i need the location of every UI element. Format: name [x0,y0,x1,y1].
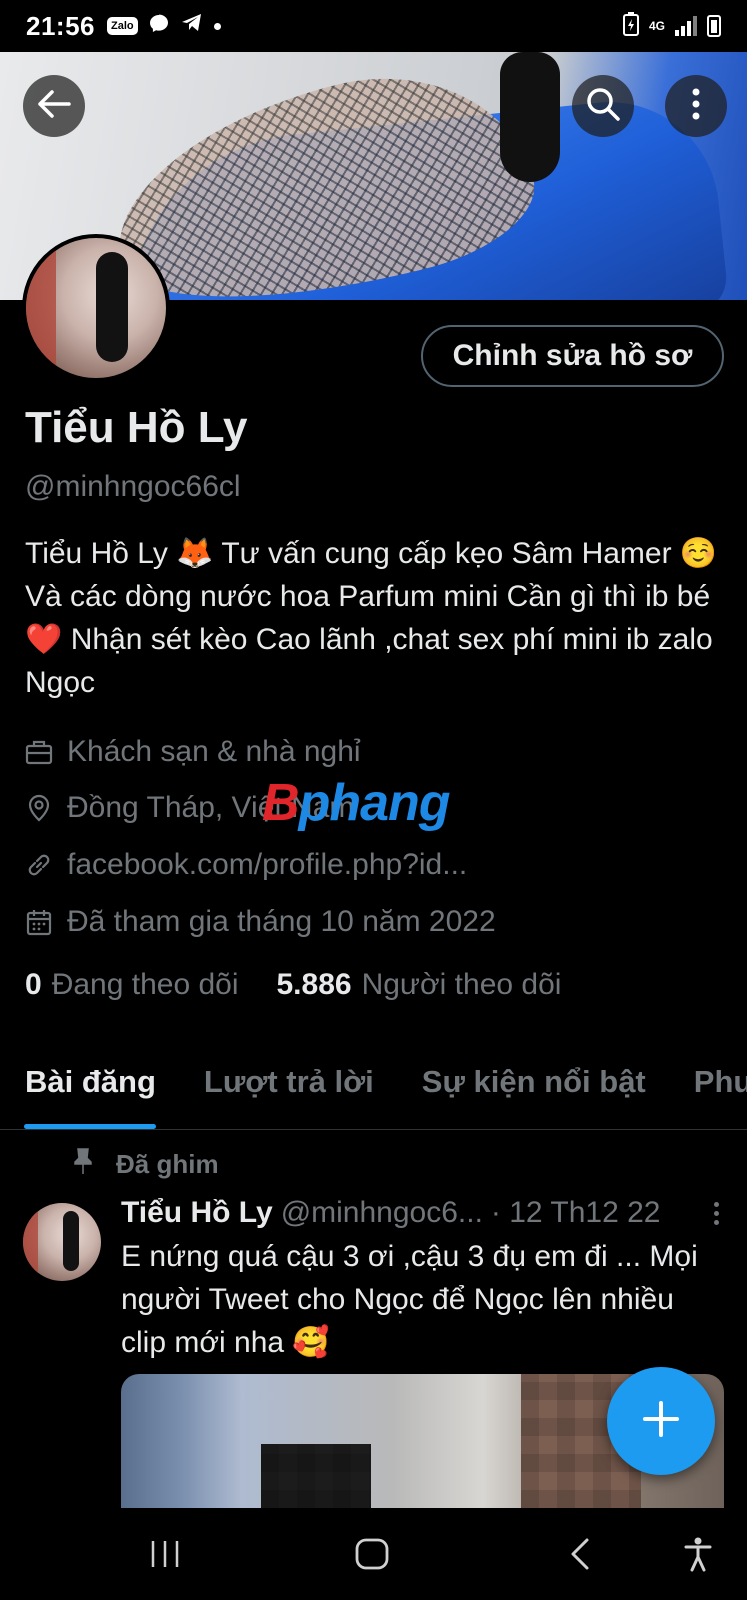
user-handle: @minhngoc66cl [25,470,241,503]
tweet-author-name[interactable]: Tiểu Hồ Ly [121,1196,273,1230]
battery-saver-icon [622,11,639,41]
media-blur-region [261,1444,371,1508]
profile-bio: Tiểu Hồ Ly 🦊 Tư vấn cung cấp kẹo Sâm Ham… [25,537,718,699]
arrow-left-icon [37,89,71,124]
joined-text: Đã tham gia tháng 10 năm 2022 [67,905,496,938]
banner-image-hair [500,52,560,182]
accessibility-icon [683,1536,713,1577]
followers-count[interactable]: 5.886 [277,968,352,1002]
tweet-avatar-hair [63,1211,79,1271]
compose-fab[interactable] [607,1367,715,1475]
profile-website[interactable]: facebook.com/profile.php?id... [25,848,467,882]
status-system-icons: 4G [622,11,721,41]
messenger-icon [148,13,170,39]
tab-posts[interactable]: Bài đăng [0,1040,180,1129]
home-icon [355,1538,389,1575]
more-options-button[interactable] [665,75,727,137]
back-nav-button[interactable] [565,1538,595,1574]
back-icon [569,1537,591,1576]
zalo-icon: Zalo [107,17,138,35]
tweet-author-handle[interactable]: @minhngoc6... [281,1196,483,1230]
tweet-more-icon[interactable] [711,1202,721,1225]
profile-category: Khách sạn & nhà nghỉ [25,735,361,769]
status-notification-icons: Zalo [107,13,221,39]
link-icon [25,851,53,879]
briefcase-icon [25,738,53,766]
notification-dot [213,22,221,30]
status-time: 21:56 [26,10,95,41]
profile-joined: Đã tham gia tháng 10 năm 2022 [25,905,496,939]
signal-icon [675,16,697,36]
accessibility-button[interactable] [680,1536,716,1577]
edit-profile-button[interactable]: Chỉnh sửa hồ sơ [421,325,724,387]
tweet-avatar-side [23,1203,38,1281]
avatar-image-side [26,238,56,378]
search-icon [585,86,621,127]
pinned-indicator: Đã ghim [72,1147,219,1182]
location-pin-icon [25,794,53,822]
network-4g-icon: 4G [648,19,665,33]
system-nav-bar [0,1508,747,1600]
following-label[interactable]: Đang theo dõi [52,968,239,1002]
profile-avatar[interactable] [22,234,170,382]
display-name: Tiểu Hồ Ly [25,403,248,452]
telegram-icon [180,13,204,39]
tab-replies[interactable]: Lượt trả lời [180,1040,398,1129]
watermark-logo: Bphang [262,773,451,833]
plus-icon [641,1399,681,1444]
website-link[interactable]: facebook.com/profile.php?id... [67,848,467,882]
more-vertical-icon [692,88,700,125]
followers-label[interactable]: Người theo dõi [362,968,562,1002]
tweet-author-avatar[interactable] [23,1203,101,1281]
profile-tabs: Bài đăng Lượt trả lời Sự kiện nổi bật Ph… [0,1040,747,1130]
back-button[interactable] [23,75,85,137]
tweet-text[interactable]: E nứng quá cậu 3 ơi ,cậu 3 đụ em đi ... … [121,1235,721,1364]
pinned-label: Đã ghim [116,1149,219,1179]
tweet-timestamp[interactable]: · 12 Th12 22 [491,1196,661,1230]
watermark-part-a: B [262,774,300,832]
recent-apps-icon [149,1539,181,1574]
recent-apps-button[interactable] [145,1538,185,1574]
pin-icon [72,1147,94,1182]
calendar-icon [25,908,53,936]
tweet-header: Tiểu Hồ Ly @minhngoc6... · 12 Th12 22 [121,1196,721,1230]
avatar-image-hair [96,252,128,362]
home-button[interactable] [352,1538,392,1574]
watermark-part-b: phang [298,774,451,832]
tab-highlights[interactable]: Sự kiện nổi bật [398,1040,670,1129]
status-bar: 21:56 Zalo 4G [0,0,747,52]
battery-icon [707,15,721,37]
category-text: Khách sạn & nhà nghỉ [67,735,361,768]
following-count[interactable]: 0 [25,968,42,1002]
search-button[interactable] [572,75,634,137]
tab-media[interactable]: Phư [670,1040,747,1129]
follow-stats: 0 Đang theo dõi 5.886 Người theo dõi [25,968,561,1002]
